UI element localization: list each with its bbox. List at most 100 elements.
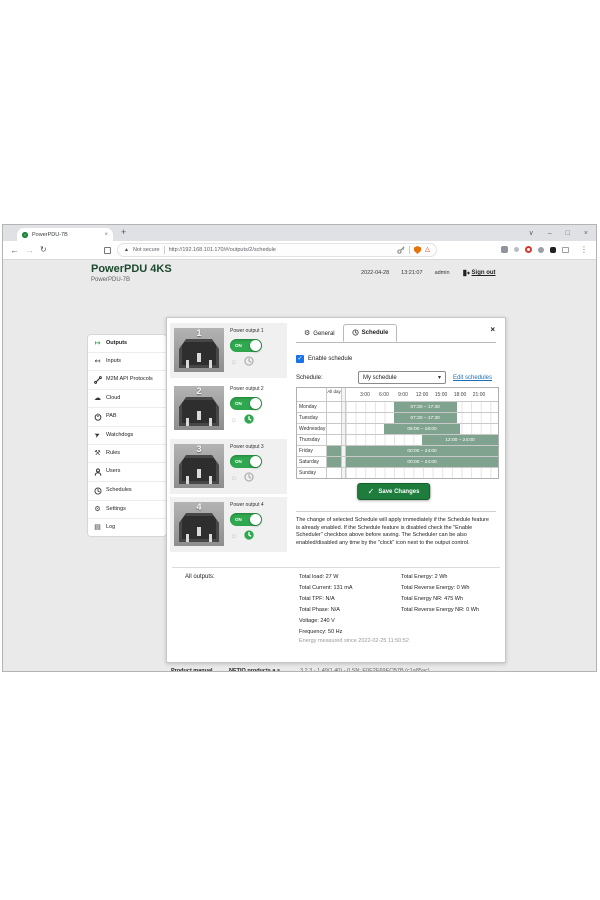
extension-icon[interactable] (501, 246, 508, 253)
stat-total-phase: Total Phase: N/A (299, 605, 353, 616)
sidebar-item-watchdogs[interactable]: ➤ Watchdogs (88, 427, 166, 445)
schedule-bar: 07:30 – 17:30 (394, 402, 457, 412)
output-power-toggle[interactable]: ON (230, 339, 262, 352)
downloads-tray-icon[interactable] (562, 247, 569, 253)
window-menu-icon[interactable]: ∨ (529, 229, 534, 237)
panel-divider (296, 511, 496, 512)
tab-close-icon[interactable]: × (104, 232, 108, 238)
browser-toolbar: ← → ↻ ▲ Not secure http://192.168.101.17… (3, 241, 596, 260)
schedule-row-saturday: Saturday 00:00 – 24:00 (297, 456, 498, 467)
toggle-knob (250, 456, 261, 467)
new-tab-button[interactable]: + (121, 227, 126, 237)
manual-control-icon: ☼ (230, 415, 237, 424)
forward-button[interactable]: → (25, 245, 34, 255)
stat-total-tpf: Total TPF: N/A (299, 594, 353, 605)
toggle-knob (250, 340, 261, 351)
power-analysis-icon (93, 413, 102, 421)
browser-tab[interactable]: PowerPDU-7B × (17, 228, 113, 241)
stat-voltage: Voltage: 240 V (299, 616, 353, 627)
tab-schedule[interactable]: Schedule (343, 324, 398, 342)
key-icon[interactable] (397, 246, 405, 254)
toggle-knob (250, 398, 261, 409)
sign-out-button[interactable]: Sign out (462, 269, 496, 277)
sidebar-item-pab[interactable]: PAB (88, 408, 166, 427)
output-label: Power output 1 (230, 328, 285, 334)
weekly-schedule-grid: All day 3:00 6:00 9:00 12:00 15:00 18:00… (296, 387, 499, 479)
schedule-row-monday: Monday 07:30 – 17:30 (297, 401, 498, 412)
clock-icon (352, 329, 359, 336)
not-secure-label[interactable]: Not secure (133, 247, 160, 253)
back-button[interactable]: ← (10, 245, 19, 255)
panel-close-icon[interactable]: × (490, 325, 495, 334)
shield-extension-icon[interactable] (414, 246, 421, 254)
scheduler-clock-icon[interactable] (244, 414, 254, 424)
schedule-select-label: Schedule: (296, 375, 358, 381)
schedule-bar: 06:00 – 18:00 (384, 424, 460, 434)
not-secure-warning-icon[interactable]: ▲ (124, 247, 129, 253)
window-minimize-button[interactable]: – (548, 230, 552, 237)
sidebar-item-outputs[interactable]: ↦ Outputs (88, 335, 166, 353)
scheduler-clock-icon[interactable] (244, 530, 254, 540)
extensions-cluster (501, 246, 569, 253)
output-power-toggle[interactable]: ON (230, 513, 262, 526)
sidebar-item-m2m-api[interactable]: M2M API Protocols (88, 371, 166, 390)
stat-total-energy-nr: Total Energy NR: 475 Wh (401, 594, 479, 605)
output-item-2[interactable]: 2 Power output 2 ON ☼ (170, 381, 287, 436)
totals-column-1: Total load: 27 W Total Current: 131 mA T… (299, 572, 353, 638)
schedule-bar: 00:00 – 24:00 (346, 457, 498, 467)
stat-total-energy: Total Energy: 2 Wh (401, 572, 479, 583)
socket-image: 2 (174, 386, 224, 430)
address-separator (409, 246, 410, 254)
window-close-button[interactable]: × (584, 230, 588, 237)
enable-schedule-checkbox[interactable]: ✓ (296, 355, 304, 363)
webapp-page: PowerPDU 4KS PowerPDU-7B 2022-04-28 13:2… (3, 260, 596, 671)
socket-image: 4 (174, 502, 224, 546)
product-manual-link[interactable]: Product manual (171, 668, 213, 671)
company-link[interactable]: NETIO products a.s. (229, 668, 282, 671)
log-icon: ▤ (93, 524, 102, 531)
browser-menu-icon[interactable]: ⋮ (580, 245, 588, 254)
output-item-4[interactable]: 4 Power output 4 ON ☼ (170, 497, 287, 552)
schedule-row-friday: Friday 00:00 – 24:00 (297, 445, 498, 456)
outputs-card: 1 Power output 1 ON ☼ (166, 317, 506, 663)
sidebar-item-cloud[interactable]: ☁ Cloud (88, 390, 166, 408)
output-item-3[interactable]: 3 Power output 3 ON ☼ (170, 439, 287, 494)
extension-icon[interactable] (525, 246, 532, 253)
time-axis: 3:00 6:00 9:00 12:00 15:00 18:00 21:00 (346, 388, 498, 401)
output-label: Power output 3 (230, 444, 285, 450)
side-panel-icon[interactable] (104, 247, 111, 254)
sidebar-item-users[interactable]: Users (88, 463, 166, 482)
sidebar-item-log[interactable]: ▤ Log (88, 519, 166, 536)
sidebar-item-inputs[interactable]: ↤ Inputs (88, 353, 166, 371)
totals-column-2: Total Energy: 2 Wh Total Reverse Energy:… (401, 572, 479, 616)
edit-schedules-link[interactable]: Edit schedules (453, 375, 492, 381)
screenshot-stage: PowerPDU-7B × + ∨ – □ × ← → ↻ ▲ Not secu… (0, 0, 600, 900)
output-label: Power output 2 (230, 386, 285, 392)
address-separator (164, 246, 165, 254)
scheduler-clock-icon[interactable] (244, 356, 254, 366)
scheduler-clock-icon[interactable] (244, 472, 254, 482)
extension-icon[interactable] (514, 247, 519, 252)
puzzle-extensions-icon[interactable] (550, 247, 556, 253)
warning-triangle-icon[interactable]: △ (425, 246, 430, 254)
extension-icon[interactable] (538, 247, 544, 253)
inputs-icon: ↤ (93, 358, 102, 365)
save-changes-button[interactable]: ✓ Save Changes (357, 483, 431, 500)
schedule-bar: 07:30 – 17:30 (394, 413, 457, 423)
output-power-toggle[interactable]: ON (230, 397, 262, 410)
output-item-1[interactable]: 1 Power output 1 ON ☼ (170, 323, 287, 378)
tab-general[interactable]: ⚙ General (296, 326, 343, 342)
url-text[interactable]: http://192.168.101.170/#/outputs/2/sched… (169, 247, 393, 253)
browser-tabstrip: PowerPDU-7B × + ∨ – □ × (3, 225, 596, 241)
schedule-select[interactable]: My schedule ▾ (358, 371, 446, 384)
sidebar-item-rules[interactable]: ⚒ Rules (88, 445, 166, 463)
sidebar-item-schedules[interactable]: Schedules (88, 482, 166, 501)
window-maximize-button[interactable]: □ (566, 230, 570, 237)
schedule-bar: 00:00 – 24:00 (346, 446, 498, 456)
schedule-row-wednesday: Wednesday 06:00 – 18:00 (297, 423, 498, 434)
output-power-toggle[interactable]: ON (230, 455, 262, 468)
sidebar-item-settings[interactable]: ⚙ Settings (88, 501, 166, 519)
address-bar[interactable]: ▲ Not secure http://192.168.101.170/#/ou… (117, 243, 437, 257)
sign-out-icon (462, 269, 470, 277)
reload-button[interactable]: ↻ (40, 245, 47, 255)
